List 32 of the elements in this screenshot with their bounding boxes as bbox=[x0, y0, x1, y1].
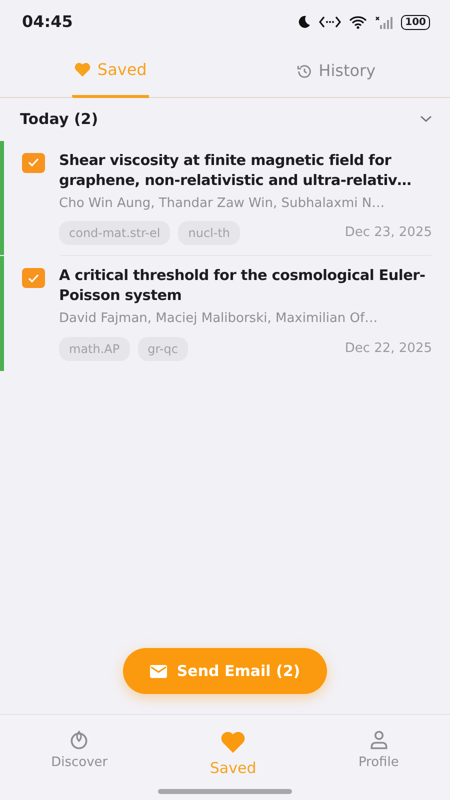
paper-authors: David Fajman, Maciej Maliborski, Maximilian Of… bbox=[59, 310, 379, 328]
heart-icon bbox=[74, 61, 92, 78]
paper-authors: Cho Win Aung, Thandar Zaw Win, Subhalaxmi N… bbox=[59, 194, 386, 212]
category-tag: cond-mat.str-el bbox=[59, 221, 170, 245]
tab[interactable]: History bbox=[294, 44, 378, 98]
battery-indicator: 100 bbox=[401, 14, 430, 30]
chevron-icon[interactable] bbox=[420, 115, 432, 124]
signal-icon bbox=[375, 16, 394, 28]
category-tag: nucl-th bbox=[178, 221, 240, 245]
checkmark-icon bbox=[28, 158, 39, 167]
heart-icon bbox=[220, 729, 246, 755]
checkbox[interactable] bbox=[22, 268, 45, 288]
clock: 04:45 bbox=[22, 11, 73, 33]
section-title: Today (2) bbox=[20, 109, 98, 130]
data-transfer-icon bbox=[319, 16, 342, 28]
checkbox[interactable] bbox=[22, 152, 45, 172]
history-icon bbox=[296, 62, 313, 80]
tab[interactable]: Saved bbox=[72, 44, 149, 98]
category-tag: gr-qc bbox=[138, 336, 188, 360]
nav-item[interactable]: Saved bbox=[198, 723, 268, 786]
paper-date: Dec 22, 2025 bbox=[344, 340, 432, 358]
nav-item[interactable]: Discover bbox=[39, 723, 120, 778]
send-email-button[interactable]: Send Email (2) bbox=[123, 648, 327, 694]
checkmark-icon bbox=[28, 274, 39, 282]
nav-item[interactable]: Profile bbox=[346, 723, 411, 778]
moon-icon bbox=[297, 15, 312, 29]
category-tag: math.AP bbox=[59, 336, 130, 360]
paper-date: Dec 23, 2025 bbox=[344, 224, 432, 242]
paper-title[interactable]: Shear viscosity at finite magnetic field for graphene, non-relativistic and ultra-relativ… bbox=[59, 150, 432, 190]
paper-title[interactable]: A critical threshold for the cosmological Euler-Poisson system bbox=[59, 266, 432, 306]
wifi-icon bbox=[349, 16, 368, 28]
mail-icon bbox=[150, 664, 167, 678]
